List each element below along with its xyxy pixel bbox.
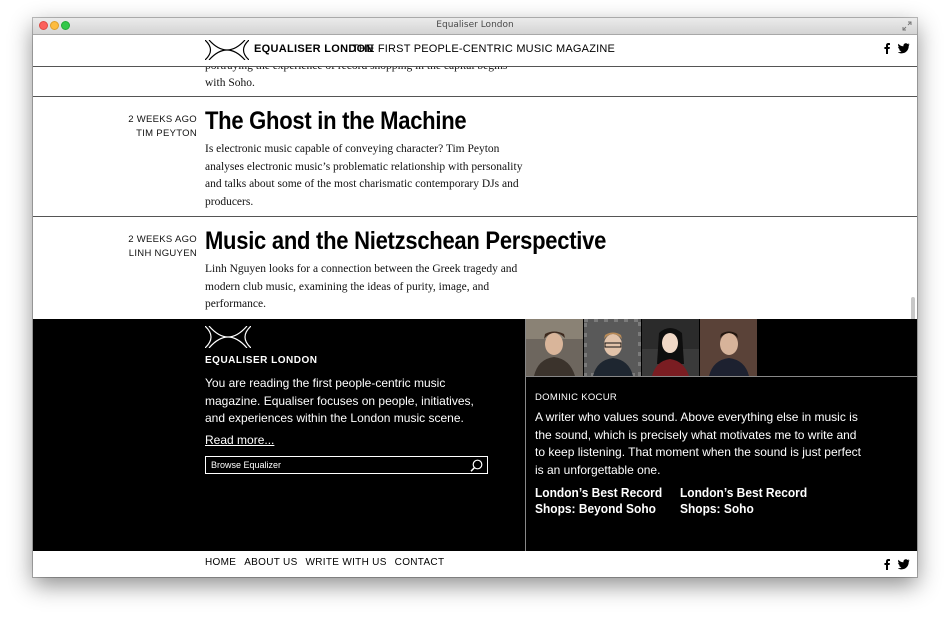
footer-nav-links: HOME ABOUT US WRITE WITH US CONTACT <box>205 557 444 568</box>
footer-social <box>881 558 910 570</box>
browser-window: Equaliser London EQUALISER LONDON THE FI… <box>33 18 917 577</box>
nav-contact[interactable]: CONTACT <box>395 557 445 568</box>
facebook-icon[interactable] <box>881 42 893 54</box>
article-meta: 2 WEEKS AGO TIM PEYTON <box>33 113 197 141</box>
previous-article-excerpt: portraying the experience of record shop… <box>205 67 507 89</box>
header-social <box>881 42 910 54</box>
article-excerpt: Linh Nguyen looks for a connection betwe… <box>205 263 518 310</box>
nav-about-us[interactable]: ABOUT US <box>244 557 297 568</box>
article-meta: 2 WEEKS AGO LINH NGUYEN <box>33 233 197 261</box>
article-date: 2 WEEKS AGO <box>128 114 197 125</box>
window-title: Equaliser London <box>436 20 514 30</box>
browse-search-input[interactable] <box>211 459 461 471</box>
writer-photo[interactable] <box>642 319 699 376</box>
writer-bio: A writer who values sound. Above everyth… <box>535 410 861 477</box>
footer-nav: HOME ABOUT US WRITE WITH US CONTACT <box>33 551 917 577</box>
related-article-link[interactable]: London’s Best Record Shops: Soho <box>680 485 809 517</box>
article-divider <box>33 216 917 217</box>
article-divider <box>33 96 917 97</box>
writer-name[interactable]: DOMINIC KOCUR <box>535 392 617 403</box>
twitter-icon[interactable] <box>898 558 910 570</box>
article-author[interactable]: TIM PEYTON <box>33 127 197 141</box>
article-title-link[interactable]: The Ghost in the Machine <box>205 107 467 136</box>
related-article-link[interactable]: London’s Best Record Shops: Beyond Soho <box>535 485 664 517</box>
facebook-icon[interactable] <box>881 558 893 570</box>
browse-search-box[interactable] <box>205 456 488 474</box>
equaliser-logo-icon[interactable] <box>205 326 251 348</box>
nav-write-with-us[interactable]: WRITE WITH US <box>306 557 387 568</box>
writer-photos <box>526 319 917 377</box>
read-more-link[interactable]: Read more... <box>205 433 274 447</box>
about-description: You are reading the first people-centric… <box>205 376 474 425</box>
window-titlebar: Equaliser London <box>33 18 917 35</box>
nav-home[interactable]: HOME <box>205 557 236 568</box>
scrollbar-thumb[interactable] <box>911 297 915 319</box>
twitter-icon[interactable] <box>898 42 910 54</box>
search-icon[interactable] <box>470 459 483 472</box>
writer-photo[interactable] <box>584 319 641 376</box>
article-title-link[interactable]: Music and the Nietzschean Perspective <box>205 227 606 256</box>
site-header: EQUALISER LONDON THE FIRST PEOPLE-CENTRI… <box>33 35 917 67</box>
fullscreen-icon[interactable] <box>902 21 912 31</box>
article-excerpt: Is electronic music capable of conveying… <box>205 143 523 208</box>
about-panel: EQUALISER LONDON You are reading the fir… <box>33 319 917 551</box>
about-brand: EQUALISER LONDON <box>205 355 318 366</box>
equaliser-logo-icon[interactable] <box>205 40 249 60</box>
writer-photo[interactable] <box>526 319 583 376</box>
site-tagline: THE FIRST PEOPLE-CENTRIC MUSIC MAGAZINE <box>352 43 616 55</box>
article-date: 2 WEEKS AGO <box>128 234 197 245</box>
article-list: portraying the experience of record shop… <box>33 67 917 319</box>
article-author[interactable]: LINH NGUYEN <box>33 247 197 261</box>
writer-photo[interactable] <box>700 319 757 376</box>
